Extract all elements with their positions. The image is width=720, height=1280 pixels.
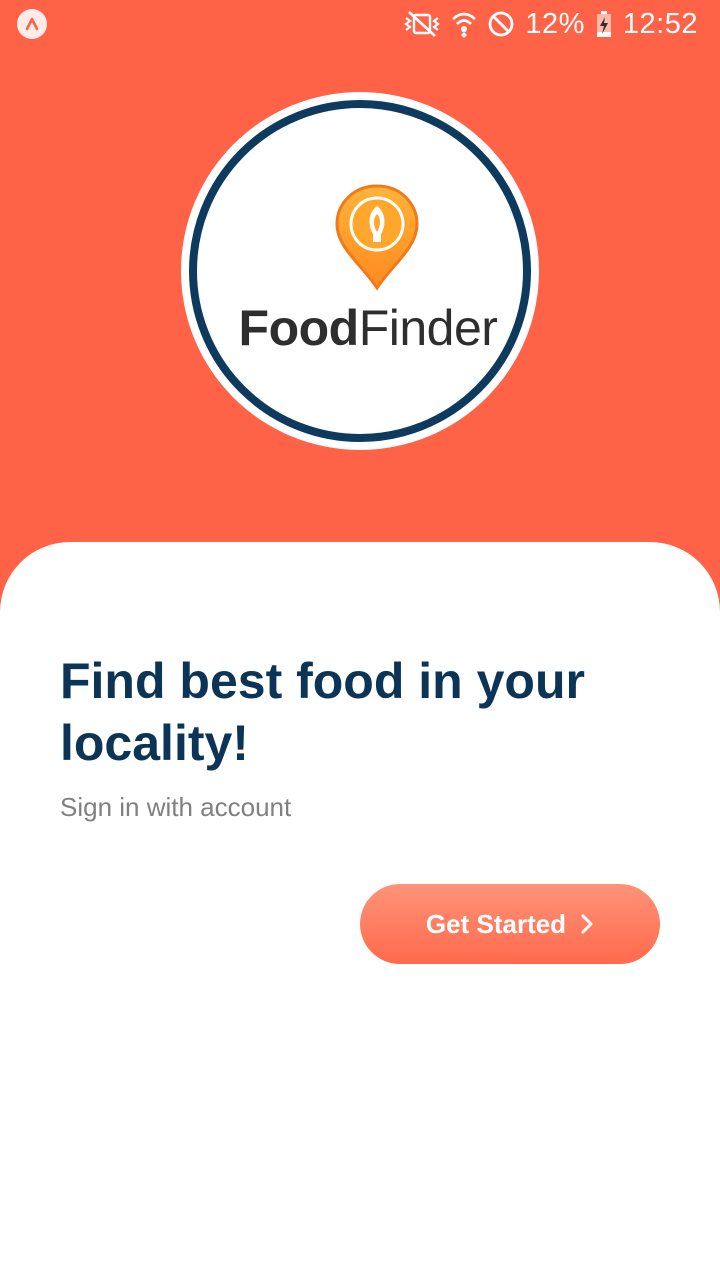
app-logo: FoodFinder xyxy=(181,92,539,450)
sign-in-subtext: Sign in with account xyxy=(60,792,292,822)
battery-percent: 12% xyxy=(525,7,585,40)
brand-food: Food xyxy=(238,300,360,356)
logo-ring: FoodFinder xyxy=(189,100,531,442)
get-started-label: Get Started xyxy=(425,908,567,939)
brand-wordmark: FoodFinder xyxy=(197,298,539,358)
status-time: 12:52 xyxy=(622,7,698,40)
get-started-button[interactable]: Get Started xyxy=(360,884,660,964)
do-not-disturb-icon xyxy=(487,10,515,38)
status-bar: 12% 12:52 xyxy=(0,0,720,48)
brand-finder: Finder xyxy=(358,300,498,356)
chevron-right-icon xyxy=(580,913,594,935)
battery-charging-icon xyxy=(595,10,613,38)
wifi-icon xyxy=(451,9,477,39)
page-headline: Find best food in your locality! xyxy=(60,653,585,771)
location-pin-icon xyxy=(335,184,419,291)
app-badge-icon xyxy=(17,9,47,39)
mute-vibrate-icon xyxy=(403,9,441,39)
